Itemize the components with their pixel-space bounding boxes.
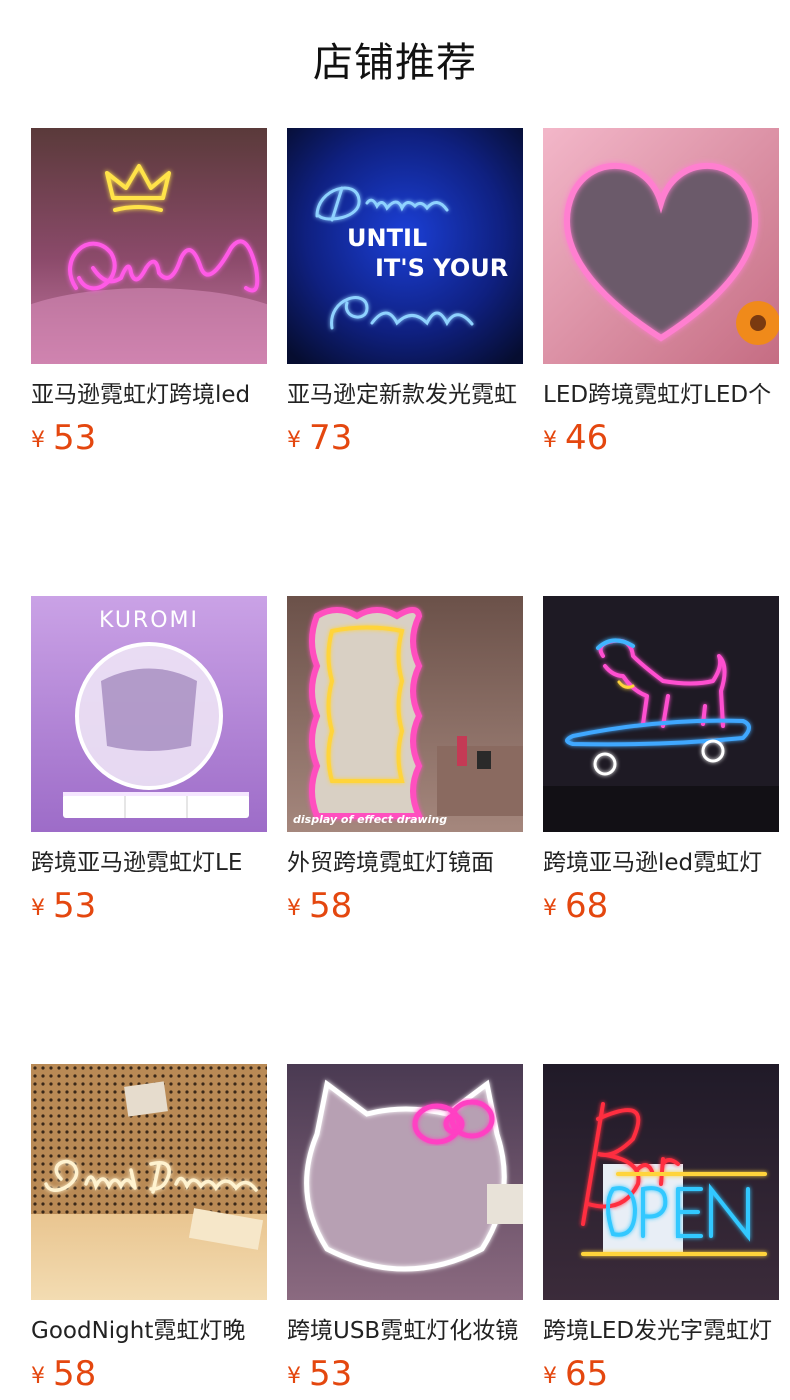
product-name[interactable]: 跨境亚马逊霓虹灯LE — [31, 848, 267, 878]
product-grid: 亚马逊霓虹灯跨境led ¥53 UNTIL IT'S YOUR 亚马逊定新款发光… — [31, 128, 779, 1400]
currency-symbol: ¥ — [31, 428, 45, 453]
product-image-dream-neon[interactable]: UNTIL IT'S YOUR — [287, 128, 523, 364]
currency-symbol: ¥ — [31, 1364, 45, 1389]
price-value: 46 — [565, 418, 609, 458]
product-name[interactable]: 跨境LED发光字霓虹灯 — [543, 1316, 779, 1346]
svg-text:UNTIL: UNTIL — [347, 224, 427, 252]
product-image-bar-open[interactable] — [543, 1064, 779, 1300]
product-card[interactable]: 跨境亚马逊led霓虹灯 ¥68 — [543, 596, 779, 932]
product-price: ¥58 — [287, 886, 523, 932]
product-card[interactable]: 跨境USB霓虹灯化妆镜 ¥53 — [287, 1064, 523, 1400]
currency-symbol: ¥ — [543, 896, 557, 921]
price-value: 58 — [53, 1354, 97, 1394]
product-name[interactable]: 外贸跨境霓虹灯镜面 — [287, 848, 523, 878]
product-name[interactable]: 亚马逊定新款发光霓虹 — [287, 380, 523, 410]
product-card[interactable]: LED跨境霓虹灯LED个 ¥46 — [543, 128, 779, 464]
product-price: ¥53 — [287, 1354, 523, 1400]
product-card[interactable]: KUROMI 跨境亚马逊霓虹灯LE ¥53 — [31, 596, 267, 932]
hello-kitty-mirror-icon — [287, 1064, 523, 1300]
product-card[interactable]: display of effect drawing 外贸跨境霓虹灯镜面 ¥58 — [287, 596, 523, 932]
product-price: ¥58 — [31, 1354, 267, 1400]
price-value: 73 — [309, 418, 353, 458]
product-price: ¥65 — [543, 1354, 779, 1400]
product-card[interactable]: 跨境LED发光字霓虹灯 ¥65 — [543, 1064, 779, 1400]
bar-open-neon-icon — [543, 1064, 779, 1300]
sweet-dreams-neon-icon — [31, 1064, 267, 1300]
product-name[interactable]: 跨境USB霓虹灯化妆镜 — [287, 1316, 523, 1346]
price-value: 68 — [565, 886, 609, 926]
product-price: ¥53 — [31, 418, 267, 464]
product-image-queen-neon[interactable] — [31, 128, 267, 364]
page-title: 店铺推荐 — [313, 40, 477, 86]
currency-symbol: ¥ — [543, 1364, 557, 1389]
product-price: ¥68 — [543, 886, 779, 932]
svg-text:IT'S YOUR: IT'S YOUR — [375, 254, 508, 282]
product-price: ¥73 — [287, 418, 523, 464]
kuromi-sign-text: KUROMI — [98, 608, 199, 633]
display-caption: display of effect drawing — [293, 813, 448, 826]
product-card[interactable]: UNTIL IT'S YOUR 亚马逊定新款发光霓虹 ¥73 — [287, 128, 523, 464]
product-name[interactable]: 跨境亚马逊led霓虹灯 — [543, 848, 779, 878]
currency-symbol: ¥ — [543, 428, 557, 453]
currency-symbol: ¥ — [287, 428, 301, 453]
product-image-wavy-mirror[interactable]: display of effect drawing — [287, 596, 523, 832]
product-card[interactable]: 亚马逊霓虹灯跨境led ¥53 — [31, 128, 267, 464]
product-price: ¥53 — [31, 886, 267, 932]
product-name[interactable]: 亚马逊霓虹灯跨境led — [31, 380, 267, 410]
product-image-sweet-dreams[interactable] — [31, 1064, 267, 1300]
product-card[interactable]: GoodNight霓虹灯晚 ¥58 — [31, 1064, 267, 1400]
queen-neon-icon — [31, 128, 267, 364]
currency-symbol: ¥ — [287, 896, 301, 921]
dream-neon-icon: UNTIL IT'S YOUR — [287, 128, 523, 364]
product-image-kuromi-neon[interactable]: KUROMI — [31, 596, 267, 832]
price-value: 53 — [309, 1354, 353, 1394]
currency-symbol: ¥ — [287, 1364, 301, 1389]
wavy-mirror-icon — [287, 596, 523, 832]
product-image-hello-kitty-mirror[interactable] — [287, 1064, 523, 1300]
product-name[interactable]: GoodNight霓虹灯晚 — [31, 1316, 267, 1346]
price-value: 58 — [309, 886, 353, 926]
product-image-skateboard-dog[interactable] — [543, 596, 779, 832]
product-image-heart-neon[interactable] — [543, 128, 779, 364]
product-name[interactable]: LED跨境霓虹灯LED个 — [543, 380, 779, 410]
price-value: 53 — [53, 886, 97, 926]
skateboard-dog-icon — [543, 596, 779, 832]
heart-neon-icon — [543, 128, 779, 364]
currency-symbol: ¥ — [31, 896, 45, 921]
product-price: ¥46 — [543, 418, 779, 464]
price-value: 65 — [565, 1354, 609, 1394]
price-value: 53 — [53, 418, 97, 458]
